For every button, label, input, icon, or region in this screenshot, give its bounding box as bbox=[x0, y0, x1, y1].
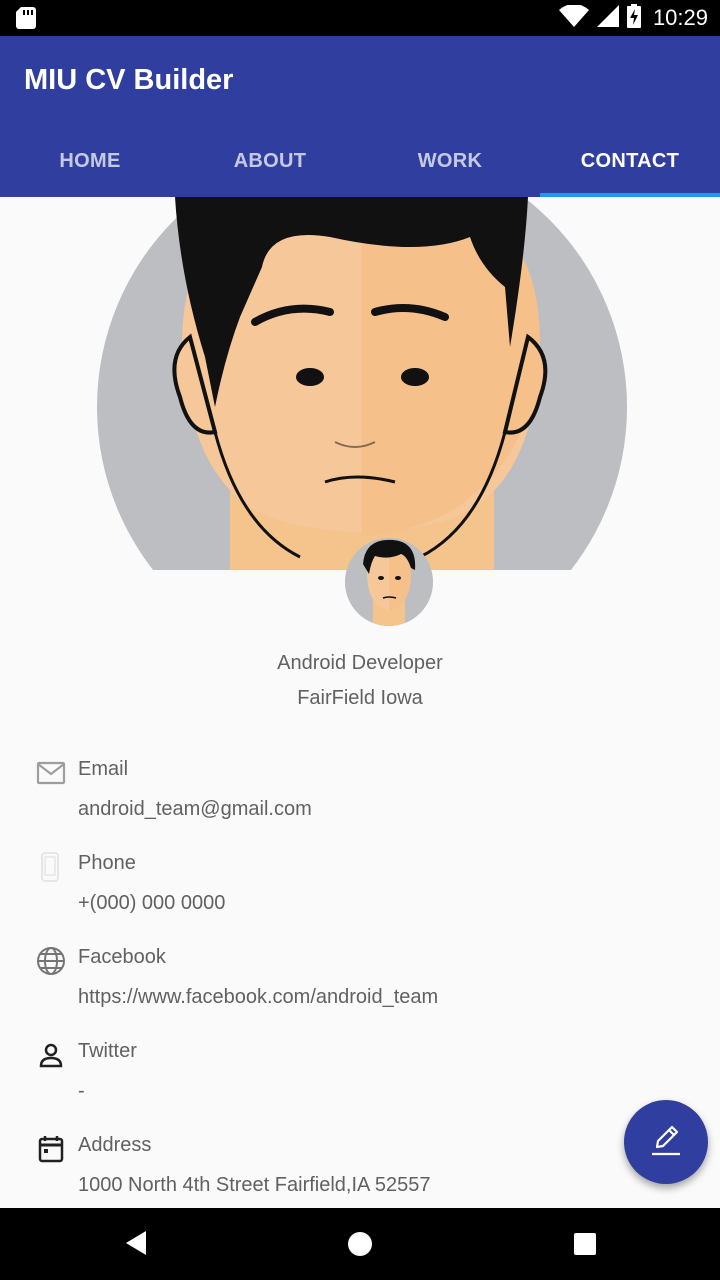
person-icon bbox=[36, 1040, 66, 1070]
contact-item-phone[interactable]: Phone +(000) 000 0000 bbox=[0, 844, 720, 938]
contact-label: Twitter bbox=[78, 1040, 137, 1062]
phone-icon bbox=[36, 852, 66, 882]
contact-item-twitter[interactable]: Twitter - bbox=[0, 1032, 720, 1126]
contact-label: Email bbox=[78, 758, 129, 780]
tab-contact[interactable]: CONTACT bbox=[540, 125, 720, 197]
edit-fab-button[interactable] bbox=[624, 1100, 708, 1184]
globe-icon bbox=[36, 946, 66, 976]
email-icon bbox=[36, 758, 66, 788]
contact-item-facebook[interactable]: Facebook https://www.facebook.com/androi… bbox=[0, 938, 720, 1032]
recents-icon[interactable] bbox=[574, 1233, 596, 1260]
signal-icon bbox=[596, 4, 619, 32]
app-bar: MIU CV Builder HOME ABOUT WORK CONTACT bbox=[0, 36, 720, 197]
contact-value: 1000 North 4th Street Fairfield,IA 52557 bbox=[78, 1174, 431, 1196]
contact-label: Address bbox=[78, 1134, 152, 1156]
tab-home[interactable]: HOME bbox=[0, 125, 180, 197]
contact-item-email[interactable]: Email android_team@gmail.com bbox=[0, 750, 720, 844]
tab-bar: HOME ABOUT WORK CONTACT bbox=[0, 125, 720, 197]
clock: 10:29 bbox=[652, 5, 708, 30]
tab-work[interactable]: WORK bbox=[360, 125, 540, 197]
contact-label: Phone bbox=[78, 852, 136, 874]
contact-value: +(000) 000 0000 bbox=[78, 892, 226, 914]
profile-role: Android Developer bbox=[277, 652, 443, 674]
contact-label: Facebook bbox=[78, 946, 166, 968]
back-icon[interactable] bbox=[124, 1230, 148, 1261]
contact-value: android_team@gmail.com bbox=[78, 798, 312, 820]
calendar-icon bbox=[36, 1134, 66, 1164]
battery-icon bbox=[626, 3, 641, 33]
profile-location: FairField Iowa bbox=[297, 687, 423, 709]
sd-card-icon bbox=[16, 7, 36, 34]
wifi-icon bbox=[558, 3, 589, 32]
app-title: MIU CV Builder bbox=[24, 64, 234, 96]
header-image bbox=[0, 197, 720, 570]
tab-about[interactable]: ABOUT bbox=[180, 125, 360, 197]
avatar bbox=[345, 538, 433, 626]
navigation-bar bbox=[0, 1208, 720, 1280]
status-bar: 10:29 bbox=[0, 0, 720, 36]
contact-value: https://www.facebook.com/android_team bbox=[78, 986, 439, 1008]
contact-value: - bbox=[78, 1080, 85, 1102]
edit-pencil-icon bbox=[646, 1120, 686, 1165]
home-icon[interactable] bbox=[347, 1231, 373, 1262]
contact-item-address[interactable]: Address 1000 North 4th Street Fairfield,… bbox=[0, 1126, 720, 1220]
